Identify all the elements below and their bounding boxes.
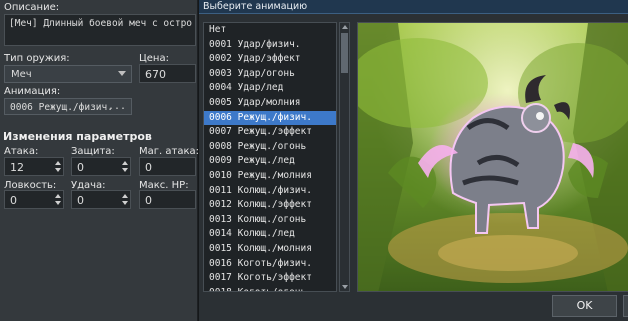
price-value: 670: [145, 68, 166, 81]
defense-label: Защита:: [71, 146, 115, 157]
spin-up-icon[interactable]: [55, 194, 61, 198]
agility-spinbox[interactable]: 0: [4, 190, 64, 209]
params-section-title: Изменения параметров: [3, 130, 152, 143]
mattack-label: Маг. атака:: [139, 146, 199, 157]
animation-list[interactable]: Нет 0001 Удар/физич. 0002 Удар/эффект 0003 …: [203, 22, 337, 292]
list-item[interactable]: 0003 Удар/огонь: [204, 67, 336, 82]
spin-up-icon[interactable]: [122, 161, 128, 165]
attack-label: Атака:: [4, 146, 39, 157]
weapon-type-label: Тип оружия:: [4, 53, 70, 64]
list-item[interactable]: 0017 Коготь/эффект: [204, 271, 336, 286]
maxhp-value: 0: [145, 194, 152, 207]
list-item[interactable]: 0016 Коготь/физич.: [204, 257, 336, 272]
description-field[interactable]: [Меч] Длинный боевой меч с остро заточен: [4, 14, 196, 46]
mattack-spinbox[interactable]: 0: [139, 157, 196, 176]
list-item[interactable]: 0008 Режущ./огонь: [204, 140, 336, 155]
dialog-title: Выберите анимацию: [203, 1, 308, 12]
list-item[interactable]: 0002 Удар/эффект: [204, 52, 336, 67]
luck-spinbox[interactable]: 0: [71, 190, 131, 209]
list-item[interactable]: 0013 Колющ./огонь: [204, 213, 336, 228]
price-label: Цена:: [139, 53, 169, 64]
scroll-up-icon[interactable]: [342, 25, 348, 29]
agility-value: 0: [10, 194, 17, 207]
item-editor-panel: Описание: [Меч] Длинный боевой меч с ост…: [0, 0, 199, 321]
maxhp-spinbox[interactable]: 0: [139, 190, 196, 209]
ok-button[interactable]: OK: [552, 295, 617, 317]
list-item[interactable]: 0015 Колющ./молния: [204, 242, 336, 257]
animation-preview: [357, 22, 628, 292]
list-item[interactable]: 0005 Удар/молния: [204, 96, 336, 111]
spin-down-icon[interactable]: [55, 201, 61, 205]
list-item[interactable]: 0012 Колющ./эффект: [204, 198, 336, 213]
list-item[interactable]: 0004 Удар/лед: [204, 81, 336, 96]
spin-up-icon[interactable]: [122, 194, 128, 198]
weapon-type-select[interactable]: Меч: [4, 65, 132, 83]
list-item[interactable]: 0014 Колющ./лед: [204, 227, 336, 242]
defense-spinbox[interactable]: 0: [71, 157, 131, 176]
spin-down-icon[interactable]: [122, 201, 128, 205]
animation-field[interactable]: 0006 Режущ./физич. ...: [4, 98, 132, 115]
list-scrollbar[interactable]: [339, 22, 350, 292]
attack-value: 12: [10, 161, 24, 174]
list-item[interactable]: 0018 Коготь/огонь: [204, 286, 336, 291]
attack-spinbox[interactable]: 12: [4, 157, 64, 176]
spin-down-icon[interactable]: [55, 168, 61, 172]
list-item[interactable]: 0009 Режущ./лед: [204, 154, 336, 169]
chevron-down-icon: [118, 71, 126, 76]
cancel-button[interactable]: [623, 295, 628, 317]
animation-label: Анимация:: [4, 86, 61, 97]
select-animation-dialog: Выберите анимацию Нет 0001 Удар/физич. 000…: [198, 0, 628, 321]
animation-value: 0006 Режущ./физич.: [10, 102, 113, 113]
list-item[interactable]: 0010 Режущ./молния: [204, 169, 336, 184]
list-item[interactable]: 0007 Режущ./эффект: [204, 125, 336, 140]
description-label: Описание:: [4, 2, 60, 13]
list-item-selected[interactable]: 0006 Режущ./физич.: [204, 110, 336, 126]
mattack-value: 0: [145, 161, 152, 174]
spin-down-icon[interactable]: [122, 168, 128, 172]
luck-value: 0: [77, 194, 84, 207]
spin-up-icon[interactable]: [55, 161, 61, 165]
browse-button[interactable]: ...: [108, 101, 126, 112]
scrollbar-thumb[interactable]: [341, 33, 348, 73]
weapon-type-value: Меч: [11, 69, 32, 80]
list-item[interactable]: Нет: [204, 23, 336, 38]
list-item[interactable]: 0001 Удар/физич.: [204, 38, 336, 53]
price-spinbox[interactable]: 670: [139, 64, 196, 83]
list-item[interactable]: 0011 Колющ./физич.: [204, 184, 336, 199]
scroll-down-icon[interactable]: [342, 285, 348, 289]
dialog-titlebar[interactable]: Выберите анимацию: [199, 0, 628, 14]
defense-value: 0: [77, 161, 84, 174]
battle-background-image: [358, 23, 628, 291]
